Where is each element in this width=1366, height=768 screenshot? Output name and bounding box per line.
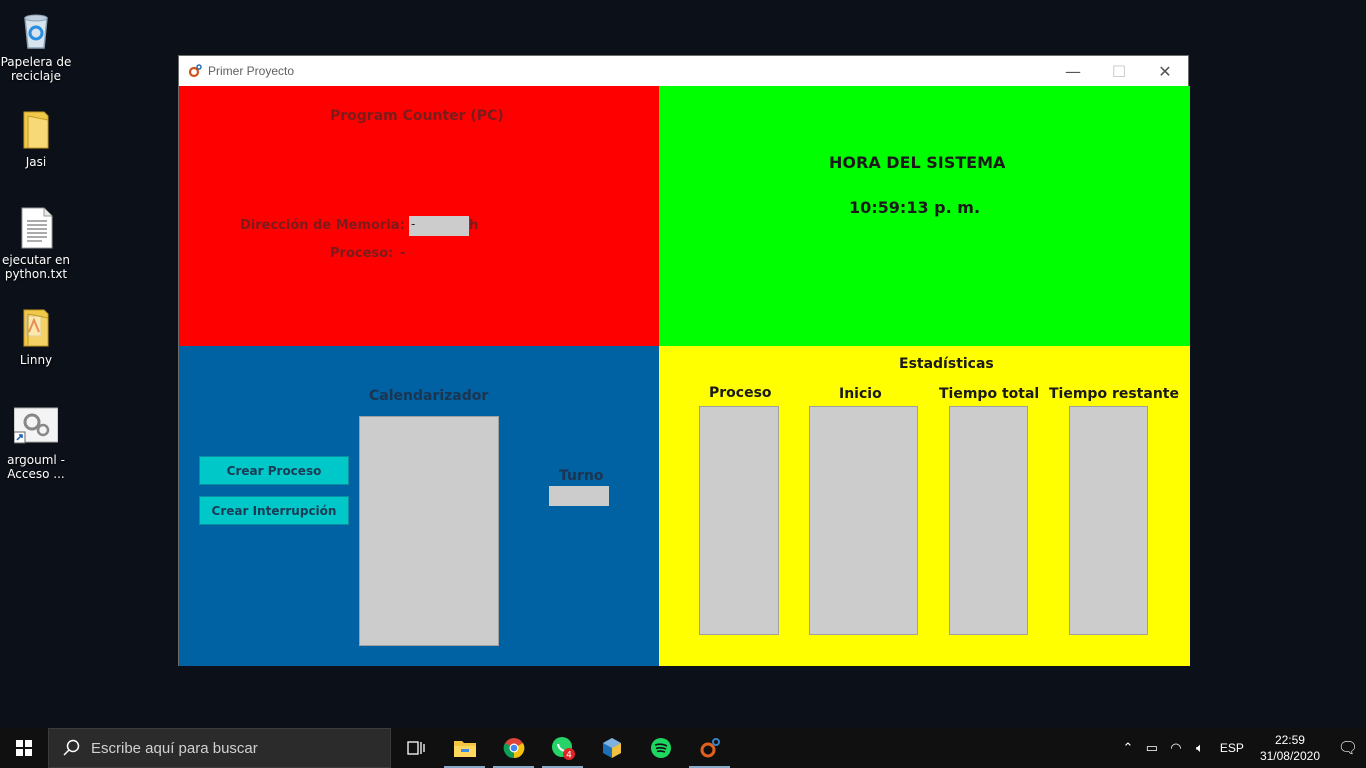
desktop-icon-label: Linny	[19, 353, 53, 367]
java-app-button[interactable]	[685, 728, 734, 768]
volume-icon[interactable]: 🔈︎	[1188, 740, 1212, 756]
task-view-button[interactable]	[391, 728, 440, 768]
spotify-button[interactable]	[636, 728, 685, 768]
system-time-panel: HORA DEL SISTEMA 10:59:13 p. m.	[659, 86, 1190, 346]
whatsapp-icon: 4	[551, 737, 575, 761]
column-header-inicio: Inicio	[839, 386, 882, 402]
scheduler-list[interactable]	[359, 416, 499, 646]
desktop-icon-jasi[interactable]: Jasi	[0, 108, 72, 169]
system-tray: ⌃ ▭ ◠ 🔈︎ ESP 22:59 31/08/2020 🗨︎	[1116, 728, 1366, 768]
scheduler-panel: Calendarizador Crear Proceso Crear Inter…	[179, 346, 659, 666]
window-titlebar[interactable]: Primer Proyecto — ☐ ✕	[179, 56, 1188, 86]
taskbar-date: 31/08/2020	[1259, 749, 1320, 763]
create-interrupt-button[interactable]: Crear Interrupción	[199, 496, 349, 525]
memory-address-label: Dirección de Memoria:	[240, 218, 405, 233]
desktop-icon-label: Papelera de reciclaje	[0, 55, 72, 83]
inicio-list[interactable]	[809, 406, 918, 635]
process-value: -	[400, 246, 406, 261]
maximize-button[interactable]: ☐	[1096, 56, 1142, 86]
close-button[interactable]: ✕	[1142, 56, 1188, 86]
memory-address-suffix: h	[469, 218, 479, 233]
column-header-proceso: Proceso	[709, 385, 772, 401]
statistics-title: Estadísticas	[899, 356, 994, 372]
folder-icon	[14, 108, 58, 152]
proceso-list[interactable]	[699, 406, 779, 635]
desktop-icon-argouml[interactable]: argouml - Acceso ...	[0, 406, 72, 481]
whatsapp-button[interactable]: 4	[538, 728, 587, 768]
desktop-icon-label: ejecutar en python.txt	[1, 253, 71, 281]
window-title: Primer Proyecto	[208, 64, 295, 78]
battery-icon[interactable]: ▭	[1140, 740, 1164, 756]
task-view-icon	[406, 741, 425, 755]
scheduler-title: Calendarizador	[369, 388, 489, 404]
memory-address-field: -	[409, 216, 469, 236]
taskbar-time: 22:59	[1274, 733, 1305, 747]
file-explorer-icon	[453, 741, 476, 757]
desktop-icon-label: Jasi	[25, 155, 47, 169]
desktop-icon-recycle-bin[interactable]: Papelera de reciclaje	[0, 8, 72, 83]
search-placeholder: Escribe aquí para buscar	[91, 739, 258, 757]
text-file-icon	[14, 206, 58, 250]
whatsapp-badge: 4	[566, 751, 572, 761]
spotify-icon	[650, 738, 671, 758]
chrome-button[interactable]	[489, 728, 538, 768]
turn-label: Turno	[559, 468, 604, 484]
chrome-icon	[503, 738, 524, 759]
shortcut-icon	[13, 406, 59, 450]
virtualbox-icon	[602, 738, 621, 758]
chevron-up-icon[interactable]: ⌃	[1116, 740, 1140, 756]
tiempo-total-list[interactable]	[949, 406, 1028, 635]
wifi-icon[interactable]: ◠	[1164, 740, 1188, 756]
desktop-icon-label: argouml - Acceso ...	[7, 453, 65, 481]
java-app-icon	[700, 738, 720, 758]
search-icon	[63, 739, 80, 756]
pc-title: Program Counter (PC)	[330, 108, 504, 124]
process-label: Proceso:	[330, 246, 394, 261]
taskbar-clock[interactable]: 22:59 31/08/2020	[1260, 732, 1320, 764]
memory-address-value: -	[411, 217, 416, 231]
windows-logo-icon	[16, 740, 32, 756]
file-explorer-button[interactable]	[440, 728, 489, 768]
statistics-panel: Estadísticas Proceso Inicio Tiempo total…	[659, 346, 1190, 666]
system-time-value: 10:59:13 p. m.	[849, 198, 981, 217]
desktop-icon-linny[interactable]: Linny	[0, 306, 72, 367]
column-header-tiempo-total: Tiempo total	[939, 386, 1040, 402]
system-time-title: HORA DEL SISTEMA	[829, 153, 1006, 172]
desktop-icon-python-txt[interactable]: ejecutar en python.txt	[0, 206, 72, 281]
taskbar: Escribe aquí para buscar 4 ⌃ ▭ ◠ 🔈︎ ESP …	[0, 728, 1366, 768]
turn-field	[549, 486, 609, 506]
notifications-icon[interactable]: 🗨︎	[1330, 738, 1366, 758]
taskbar-search-box[interactable]: Escribe aquí para buscar	[48, 728, 391, 768]
column-header-tiempo-restante: Tiempo restante	[1049, 386, 1179, 402]
language-indicator[interactable]: ESP	[1220, 741, 1244, 755]
tiempo-restante-list[interactable]	[1069, 406, 1148, 635]
program-counter-panel: Program Counter (PC) Dirección de Memori…	[179, 86, 659, 346]
window-client-area: Program Counter (PC) Dirección de Memori…	[179, 86, 1190, 666]
minimize-button[interactable]: —	[1050, 56, 1096, 86]
primer-proyecto-window: Primer Proyecto — ☐ ✕ Program Counter (P…	[178, 55, 1190, 666]
recycle-bin-icon	[14, 8, 58, 52]
create-process-button[interactable]: Crear Proceso	[199, 456, 349, 485]
start-button[interactable]	[0, 728, 48, 768]
virtualbox-button[interactable]	[587, 728, 636, 768]
folder-icon	[14, 306, 58, 350]
java-gear-icon	[188, 64, 202, 78]
